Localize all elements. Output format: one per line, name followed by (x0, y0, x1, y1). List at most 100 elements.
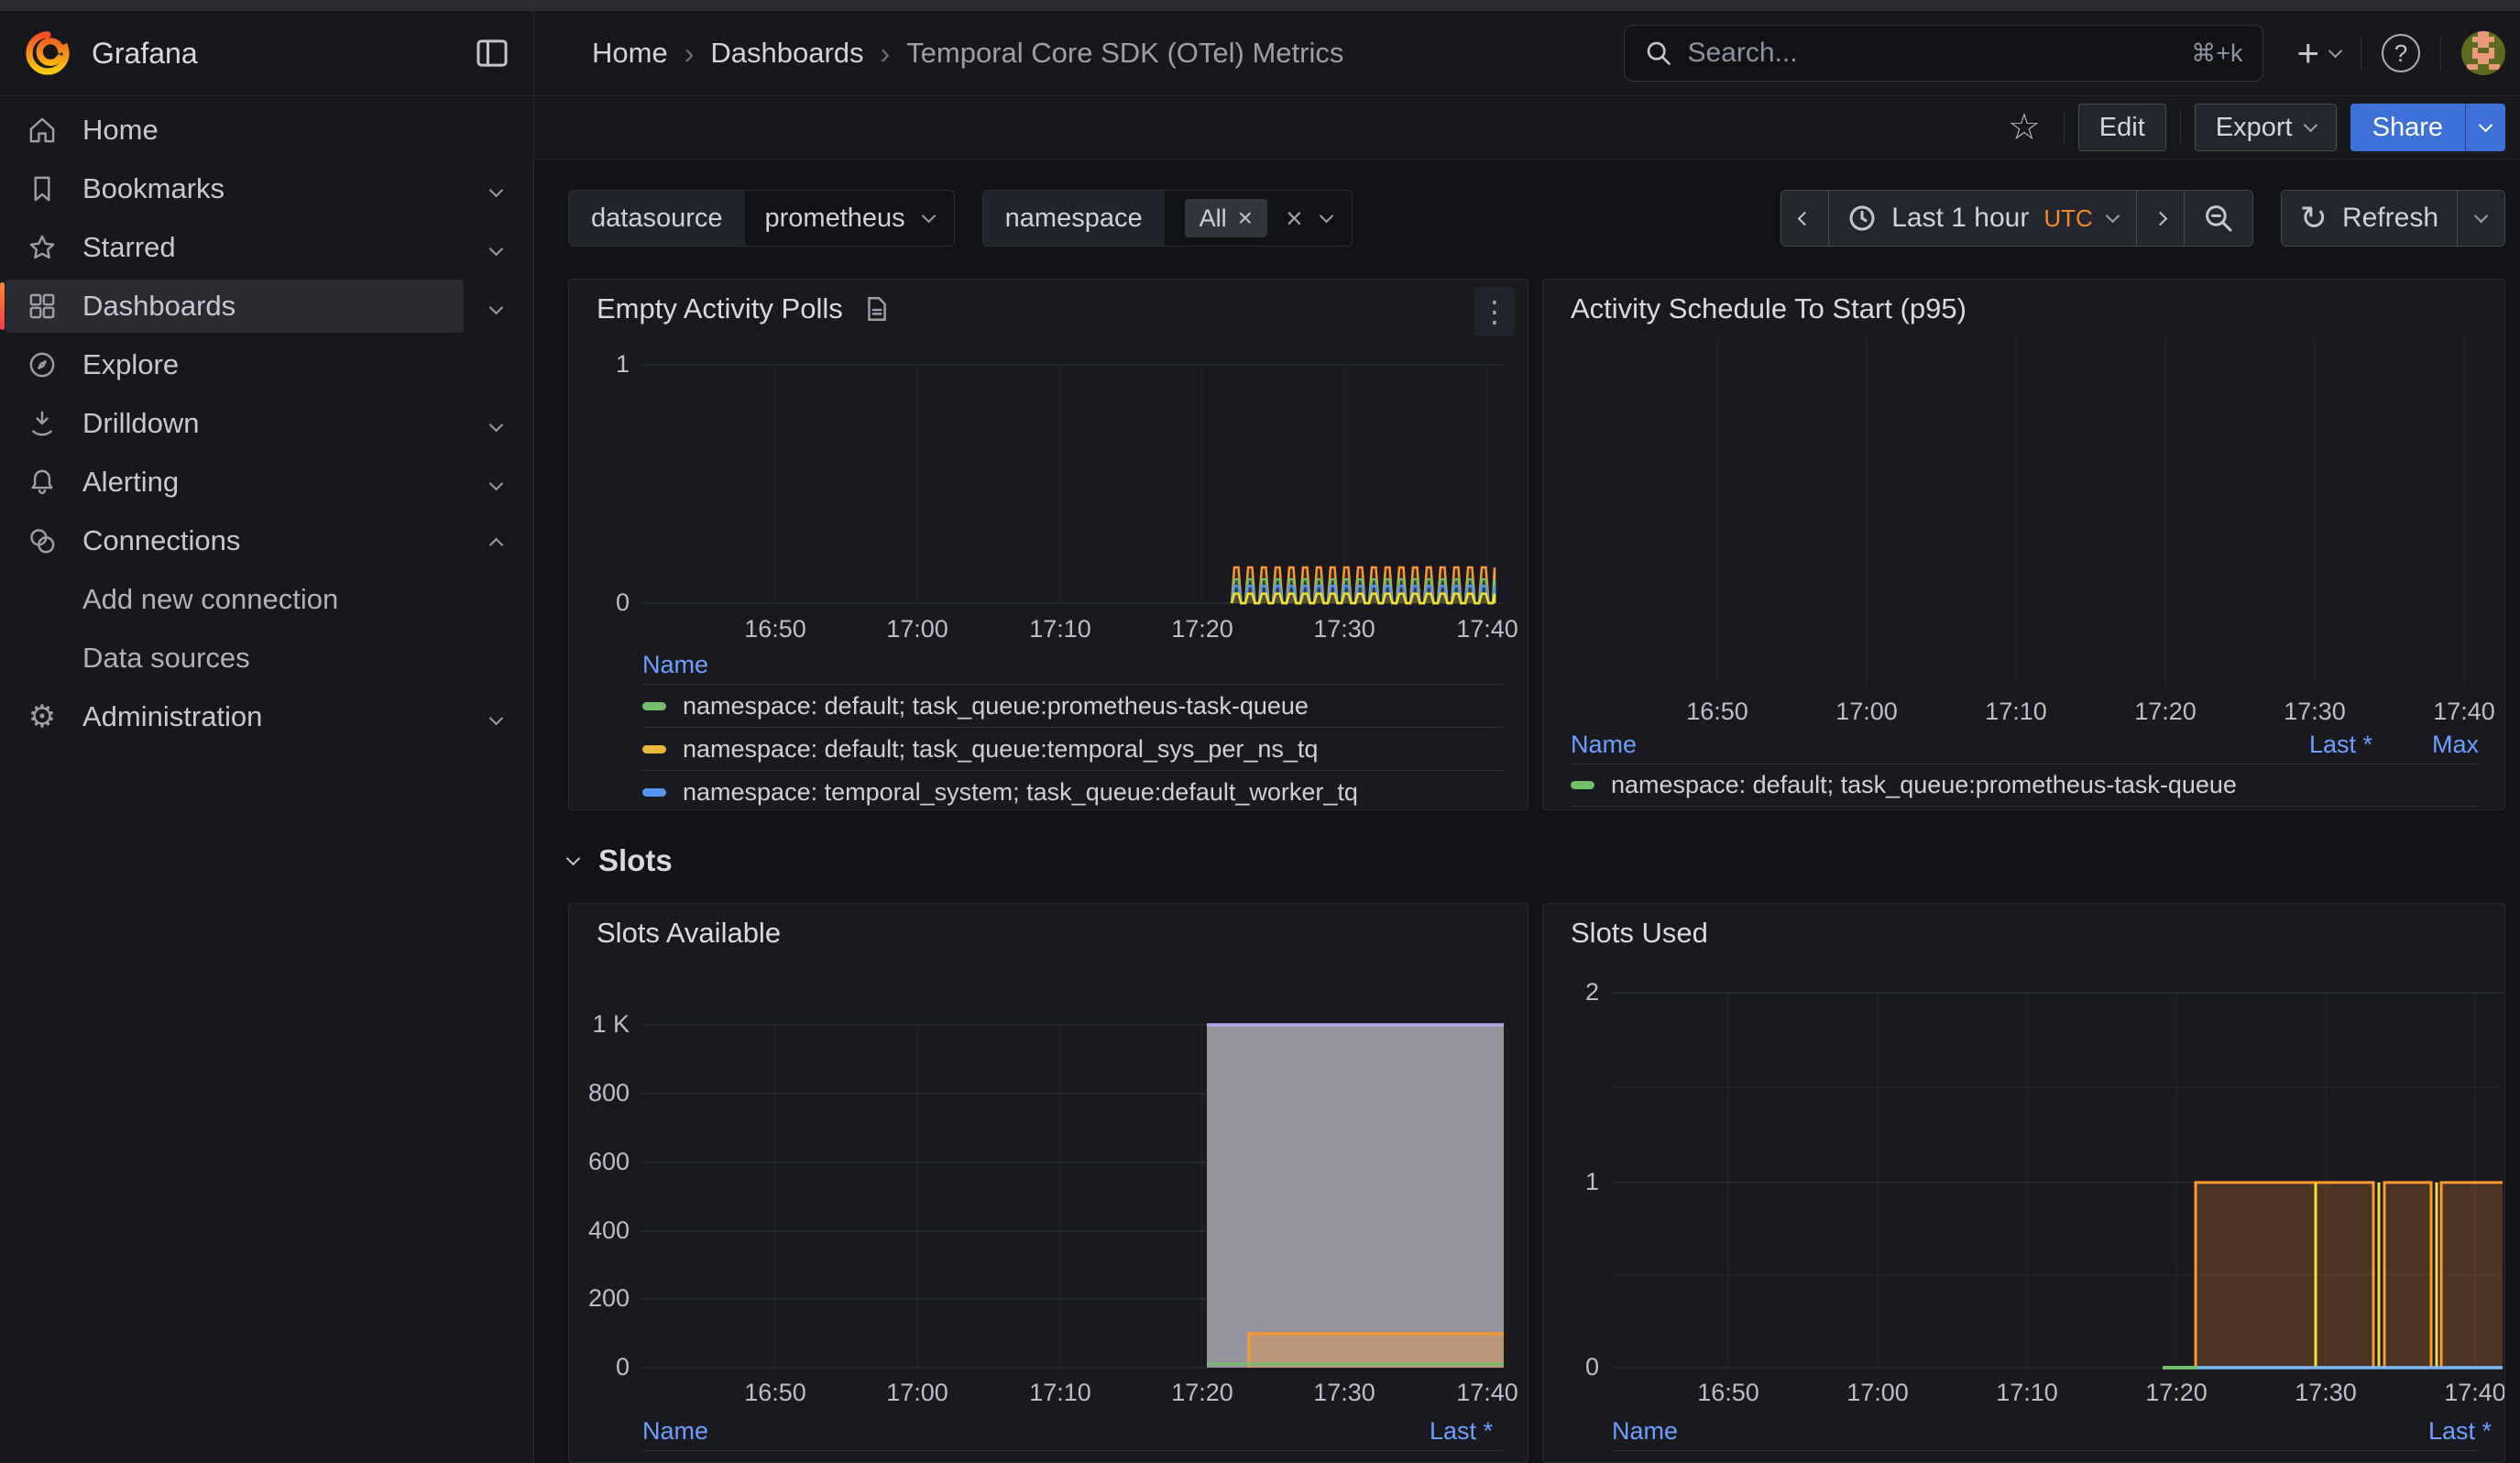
y-axis-label: 1 (1542, 1168, 1599, 1196)
legend-row[interactable]: namespace: default; task_queue:prometheu… (642, 684, 1502, 727)
namespace-select[interactable]: All × × (1165, 191, 1352, 246)
sidebar-item-bookmarks[interactable]: Bookmarks (0, 160, 533, 218)
x-axis-label: 17:00 (876, 615, 959, 644)
chevron-down-icon[interactable] (491, 242, 501, 258)
share-button[interactable]: Share (2350, 104, 2465, 151)
drilldown-icon (26, 407, 59, 440)
legend-label[interactable]: namespace: default; task_queue:prometheu… (683, 1458, 1309, 1463)
sidebar-item-home[interactable]: Home (0, 101, 533, 160)
x-axis-label: 17:10 (1975, 698, 2057, 726)
namespace-chip[interactable]: All × (1185, 199, 1267, 237)
legend-swatch[interactable] (642, 788, 666, 797)
bell-icon (26, 466, 59, 499)
chevron-down-icon[interactable] (491, 301, 501, 317)
chevron-down-icon[interactable] (491, 711, 501, 728)
y-axis-label: 200 (568, 1284, 630, 1313)
add-button[interactable]: + (2296, 31, 2340, 75)
legend-header-last[interactable]: Last * (1430, 1417, 1493, 1446)
legend-label[interactable]: namespace: default; task_queue:prometheu… (683, 692, 1309, 720)
panel-title[interactable]: Slots Available (597, 917, 781, 950)
x-axis-label: 17:00 (876, 1379, 959, 1407)
panel-slots-available: Slots Available 16:5017:0017:1017:2017:3… (568, 903, 1528, 1463)
home-icon (26, 114, 59, 147)
sidebar-item-drilldown[interactable]: Drilldown (0, 394, 533, 453)
panel-title[interactable]: Activity Schedule To Start (p95) (1571, 292, 1967, 325)
sidebar-item-data-sources[interactable]: Data sources (0, 629, 533, 688)
sidebar-item-label: Add new connection (82, 570, 338, 629)
clear-selection-icon[interactable]: × (1286, 202, 1303, 236)
x-axis-label: 17:40 (1446, 1379, 1528, 1407)
legend-label[interactable]: namespace: default; task_queue:temporal_… (683, 735, 1318, 764)
sidebar-item-alerting[interactable]: Alerting (0, 453, 533, 512)
y-axis-label: 0 (568, 588, 630, 617)
timezone-label: UTC (2043, 204, 2092, 233)
legend-header-name[interactable]: Name (1612, 1417, 1678, 1446)
sidebar-item-connections[interactable]: Connections (0, 512, 533, 570)
legend-header-name[interactable]: Name (642, 1417, 708, 1446)
legend-row[interactable]: namespace: default; task_queue:temporal_… (642, 727, 1502, 770)
search-input[interactable]: Search... ⌘+k (1624, 25, 2263, 82)
breadcrumb-home[interactable]: Home (592, 37, 668, 70)
export-button[interactable]: Export (2195, 104, 2337, 151)
legend-header-name[interactable]: Name (642, 651, 708, 679)
search-placeholder: Search... (1687, 38, 2176, 69)
zoom-out-button[interactable] (2184, 191, 2252, 246)
time-shift-back-button[interactable] (1781, 191, 1828, 246)
legend-header-max[interactable]: Max (2432, 731, 2479, 759)
y-axis-label: 800 (568, 1079, 630, 1107)
remove-chip-icon[interactable]: × (1238, 204, 1253, 233)
legend-swatch[interactable] (642, 702, 666, 710)
chevron-down-icon[interactable] (491, 183, 501, 200)
sidebar-item-dashboards[interactable]: Dashboards (0, 277, 533, 336)
panel-title[interactable]: Slots Used (1571, 917, 1708, 950)
row-header-slots[interactable]: Slots (568, 843, 673, 878)
legend-header-last[interactable]: Last * (2309, 731, 2372, 759)
sidebar-item-administration[interactable]: ⚙Administration (0, 688, 533, 746)
star-dashboard-button[interactable]: ☆ (1999, 109, 2050, 146)
share-button-group: Share (2350, 104, 2505, 151)
legend-row[interactable]: namespace: default; task_queue:prometheu… (1612, 1450, 2479, 1463)
legend-label[interactable]: namespace: default; task_queue:prometheu… (1611, 771, 2237, 799)
sidebar-item-starred[interactable]: Starred (0, 218, 533, 277)
edit-button[interactable]: Edit (2078, 104, 2166, 151)
chevron-down-icon[interactable] (491, 477, 501, 493)
dashboard-content: datasource prometheus namespace All × × (534, 160, 2520, 1463)
row-title[interactable]: Slots (598, 843, 673, 878)
legend-swatch[interactable] (1571, 781, 1594, 789)
legend-header-last[interactable]: Last * (2428, 1417, 2492, 1446)
legend-row[interactable]: namespace: default; task_queue:prometheu… (1571, 764, 2479, 807)
refresh-interval-dropdown[interactable] (2457, 191, 2504, 246)
chevron-down-icon[interactable] (491, 418, 501, 434)
x-axis-label: 17:40 (1446, 615, 1528, 644)
legend-row[interactable]: namespace: default; task_queue:prometheu… (642, 1450, 1502, 1463)
legend-header-name[interactable]: Name (1571, 731, 1637, 759)
sidebar-item-explore[interactable]: Explore (0, 336, 533, 394)
legend-swatch[interactable] (642, 745, 666, 754)
user-avatar[interactable] (2461, 31, 2505, 75)
divider (2440, 36, 2441, 71)
panel-description-icon[interactable] (863, 295, 891, 323)
panel-title[interactable]: Empty Activity Polls (597, 292, 843, 325)
legend-header-row: Name (569, 651, 1528, 682)
legend-row[interactable]: namespace: temporal_system; task_queue:d… (642, 770, 1502, 810)
refresh-group: ↻ Refresh (2281, 190, 2505, 247)
refresh-button[interactable]: ↻ Refresh (2282, 191, 2457, 246)
panel-menu-button[interactable]: ⋮ (1474, 287, 1515, 336)
window-chrome-strip (0, 0, 2520, 11)
x-axis-label: 17:40 (2423, 698, 2505, 726)
clock-icon (1847, 204, 1877, 233)
zoom-out-icon (2203, 203, 2234, 234)
gear-icon: ⚙ (26, 700, 59, 733)
time-shift-forward-button[interactable] (2136, 191, 2184, 246)
help-button[interactable]: ? (2382, 34, 2420, 72)
breadcrumb-dashboards[interactable]: Dashboards (710, 37, 863, 70)
legend-label[interactable]: namespace: temporal_system; task_queue:d… (683, 778, 1358, 807)
sidebar-item-add-new-connection[interactable]: Add new connection (0, 570, 533, 629)
dock-sidebar-icon[interactable] (475, 38, 509, 69)
share-dropdown-button[interactable] (2465, 104, 2505, 151)
time-range-picker[interactable]: Last 1 hour UTC (1828, 191, 2136, 246)
legend-label[interactable]: namespace: default; task_queue:prometheu… (1652, 1458, 2278, 1463)
chevron-up-icon[interactable] (491, 535, 501, 555)
datasource-select[interactable]: prometheus (745, 191, 954, 246)
kebab-icon: ⋮ (1480, 294, 1509, 329)
